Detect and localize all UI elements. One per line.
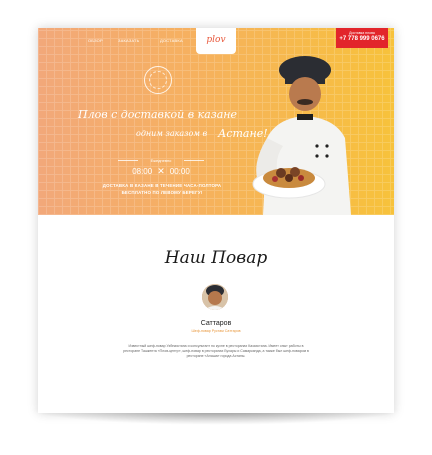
chef-name: Саттаров (200, 320, 232, 327)
hours-open: 08:00 (132, 167, 153, 176)
site-logo[interactable]: plov (196, 28, 236, 54)
working-hours: 08:00 ✕ 00:00 (118, 166, 204, 177)
nav-item-delivery[interactable]: Доставка (160, 38, 183, 43)
hero-subtitle-part: одним заказом в (136, 129, 208, 138)
nav-item-overview[interactable]: Обзор (88, 38, 103, 43)
nav-item-order[interactable]: Заказать (118, 38, 139, 43)
divider-right (184, 160, 204, 161)
fork-knife-icon: ✕ (157, 166, 165, 176)
logo-text: plov (206, 35, 226, 45)
delivery-text: ДОСТАВКА В КАЗАНЕ В ТЕЧЕНИЕ ЧАСА-ПОЛТОРА (102, 183, 222, 188)
hours-close: 00:00 (169, 167, 190, 176)
chef-bio: Известный шеф-повар Узбекистана и консул… (123, 344, 309, 358)
chef-section-title: Наш Повар (164, 248, 268, 268)
chef-role: Шеф-повар Рустам Саттаров (191, 329, 241, 333)
chef-photo (252, 56, 351, 215)
hero-banner: Обзор Заказать Доставка plov Доставка пл… (38, 28, 394, 215)
brand-seal-icon (144, 66, 172, 94)
delivery-free-text: БЕСПЛАТНО ПО ЛЕВОМУ БЕРЕГУ! (121, 190, 203, 195)
chef-avatar (202, 284, 228, 310)
hero-title: Плов с доставкой в казане (78, 108, 238, 121)
landing-page: Обзор Заказать Доставка plov Доставка пл… (38, 28, 394, 413)
